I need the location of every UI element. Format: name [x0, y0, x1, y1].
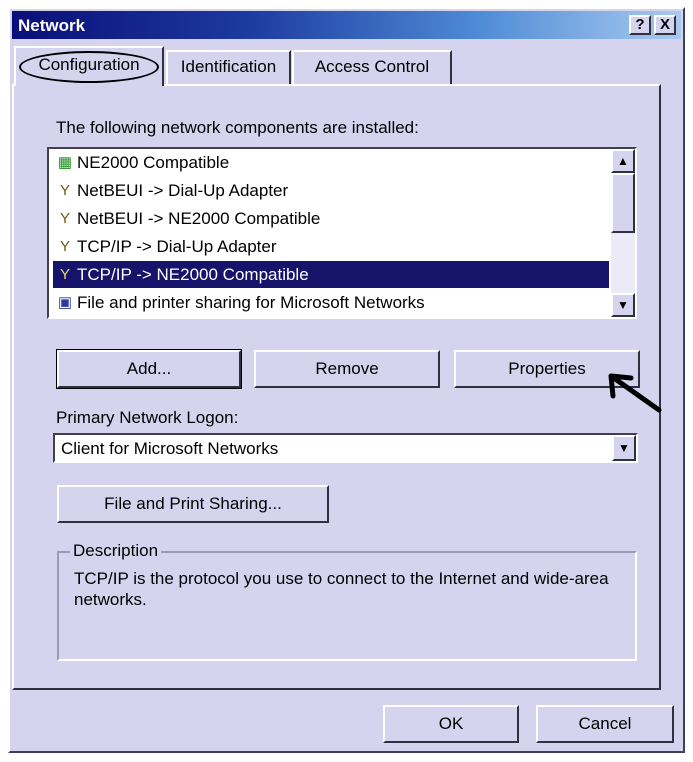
arrow-up-icon: ▲	[617, 154, 629, 168]
scroll-down-button[interactable]: ▼	[611, 293, 635, 317]
components-list[interactable]: ▦ NE2000 Compatible Y NetBEUI -> Dial-Up A…	[47, 147, 637, 319]
protocol-icon: Y	[59, 210, 70, 227]
chevron-down-icon: ▼	[618, 441, 630, 455]
scroll-up-button[interactable]: ▲	[611, 149, 635, 173]
list-item-selected[interactable]: Y TCP/IP -> NE2000 Compatible	[53, 261, 609, 288]
tab-access-control[interactable]: Access Control	[292, 50, 452, 84]
arrow-down-icon: ▼	[617, 298, 629, 312]
help-button[interactable]: ?	[629, 15, 651, 35]
primary-logon-select[interactable]: Client for Microsoft Networks ▼	[53, 433, 638, 463]
cancel-button[interactable]: Cancel	[536, 705, 674, 743]
list-item[interactable]: Y TCP/IP -> Dial-Up Adapter	[53, 233, 609, 260]
remove-button[interactable]: Remove	[254, 350, 440, 388]
window-title: Network	[18, 16, 86, 35]
list-item[interactable]: ▣ File and printer sharing for Microsoft …	[53, 289, 609, 316]
highlight-circle	[19, 51, 159, 83]
close-button[interactable]: X	[654, 15, 676, 35]
description-legend: Description	[70, 541, 162, 561]
protocol-icon: Y	[59, 266, 70, 283]
file-print-sharing-button[interactable]: File and Print Sharing...	[57, 485, 329, 523]
title-bar[interactable]: Network ? X	[12, 11, 681, 39]
list-scrollbar[interactable]: ▲ ▼	[611, 149, 635, 317]
primary-logon-value: Client for Microsoft Networks	[61, 439, 279, 458]
ok-button[interactable]: OK	[383, 705, 519, 743]
network-adapter-icon: ▦	[57, 154, 73, 171]
file-sharing-icon: ▣	[57, 294, 73, 311]
list-item[interactable]: Y NetBEUI -> Dial-Up Adapter	[53, 177, 609, 204]
primary-logon-label: Primary Network Logon:	[56, 408, 239, 427]
tab-configuration[interactable]: Configuration	[14, 46, 164, 86]
protocol-icon: Y	[59, 182, 70, 199]
list-item[interactable]: ▦ NE2000 Compatible	[53, 149, 609, 176]
tab-identification[interactable]: Identification	[166, 50, 291, 84]
list-item[interactable]: Y NetBEUI -> NE2000 Compatible	[53, 205, 609, 232]
components-label: The following network components are ins…	[56, 118, 419, 137]
pointer-arrow-icon	[608, 373, 662, 413]
description-text: TCP/IP is the protocol you use to connec…	[74, 569, 609, 609]
protocol-icon: Y	[59, 238, 70, 255]
dropdown-button[interactable]: ▼	[612, 435, 636, 461]
add-button[interactable]: Add...	[56, 349, 242, 389]
scroll-thumb[interactable]	[611, 173, 635, 233]
